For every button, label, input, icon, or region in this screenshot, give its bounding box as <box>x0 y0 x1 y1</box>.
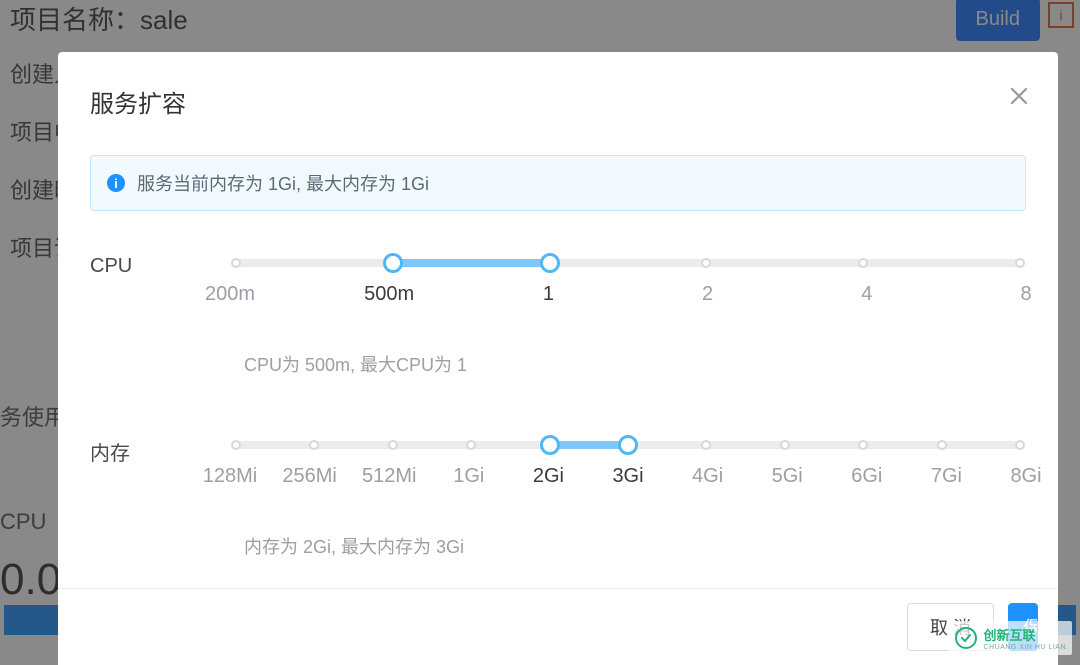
memory-scale-label: 512Mi <box>362 465 416 488</box>
watermark-main: 创新互联 <box>983 628 1035 643</box>
memory-tick[interactable] <box>231 440 241 450</box>
cpu-scale-label: 4 <box>861 283 872 306</box>
cpu-scale-label: 2 <box>702 283 713 306</box>
memory-slider-row: 内存 128Mi256Mi512Mi1Gi2Gi3Gi4Gi5Gi6Gi7Gi8… <box>90 437 1026 605</box>
memory-scale-label: 1Gi <box>453 465 484 488</box>
memory-tick[interactable] <box>701 440 711 450</box>
memory-tick[interactable] <box>780 440 790 450</box>
memory-scale-label: 6Gi <box>851 465 882 488</box>
memory-tick[interactable] <box>1015 440 1025 450</box>
memory-scale-label: 128Mi <box>203 465 257 488</box>
memory-scale-label: 7Gi <box>931 465 962 488</box>
watermark-icon <box>955 627 977 649</box>
cpu-label: CPU <box>90 255 230 278</box>
memory-tick[interactable] <box>858 440 868 450</box>
memory-sub-text: 内存为 2Gi, 最大内存为 3Gi <box>230 533 1026 559</box>
memory-slider[interactable]: 128Mi256Mi512Mi1Gi2Gi3Gi4Gi5Gi6Gi7Gi8Gi … <box>230 437 1026 605</box>
close-icon[interactable] <box>1010 84 1028 112</box>
memory-scale-label: 256Mi <box>282 465 336 488</box>
modal-title: 服务扩容 <box>90 84 1026 119</box>
info-icon: i <box>107 174 125 192</box>
modal-footer: 取 消 保 <box>58 588 1058 665</box>
info-banner: i 服务当前内存为 1Gi, 最大内存为 1Gi <box>90 155 1026 211</box>
cpu-scale-label: 200m <box>205 283 255 306</box>
info-message: 服务当前内存为 1Gi, 最大内存为 1Gi <box>137 170 429 196</box>
cpu-handle-end[interactable] <box>540 253 560 273</box>
cpu-slider[interactable]: 200m500m1248 CPU为 500m, 最大CPU为 1 <box>230 255 1026 423</box>
cpu-sub-text: CPU为 500m, 最大CPU为 1 <box>230 351 1026 377</box>
cpu-fill <box>393 259 550 267</box>
memory-scale-label: 8Gi <box>1010 465 1041 488</box>
memory-label: 内存 <box>90 437 230 466</box>
memory-tick[interactable] <box>937 440 947 450</box>
memory-scale-label: 2Gi <box>533 465 564 488</box>
cpu-handle-start[interactable] <box>383 253 403 273</box>
memory-scale-label: 4Gi <box>692 465 723 488</box>
memory-handle-end[interactable] <box>618 435 638 455</box>
watermark-sub: CHUANG XIN HU LIAN <box>983 644 1066 651</box>
memory-fill <box>550 441 628 449</box>
cpu-scale-label: 8 <box>1020 283 1031 306</box>
memory-handle-start[interactable] <box>540 435 560 455</box>
scale-modal: 服务扩容 i 服务当前内存为 1Gi, 最大内存为 1Gi CPU 200m 50… <box>58 52 1058 665</box>
cpu-scale-label: 500m <box>364 283 414 306</box>
memory-tick[interactable] <box>388 440 398 450</box>
cpu-slider-row: CPU 200m500m1248 CPU为 500m, 最大CPU为 1 <box>90 255 1026 423</box>
cpu-tick[interactable] <box>858 258 868 268</box>
memory-tick[interactable] <box>466 440 476 450</box>
cpu-tick[interactable] <box>701 258 711 268</box>
cpu-tick[interactable] <box>1015 258 1025 268</box>
memory-scale-label: 3Gi <box>612 465 643 488</box>
watermark: 创新互联 CHUANG XIN HU LIAN <box>949 621 1072 655</box>
memory-scale-label: 5Gi <box>772 465 803 488</box>
memory-tick[interactable] <box>309 440 319 450</box>
cpu-tick[interactable] <box>231 258 241 268</box>
cpu-scale-label: 1 <box>543 283 554 306</box>
